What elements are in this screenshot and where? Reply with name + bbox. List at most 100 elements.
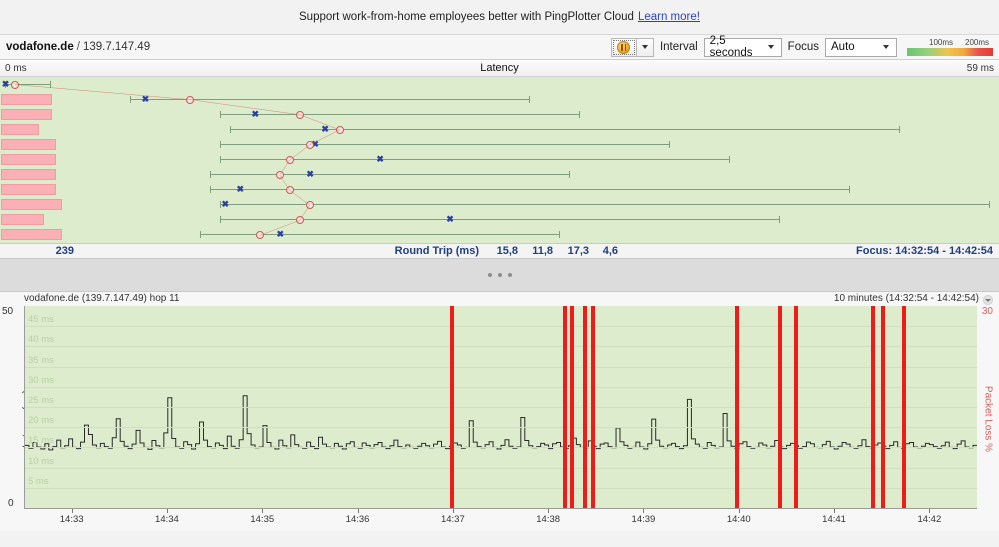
latency-sample-marker: ✖: [236, 183, 245, 194]
latency-range-line: [219, 204, 989, 205]
x-axis-tick: [357, 509, 359, 513]
focus-value: Auto: [831, 41, 855, 53]
latency-graph-row: ✖: [0, 152, 999, 167]
latency-timeline-chart[interactable]: 45 ms 40 ms 35 ms 30 ms 25 ms 20 ms 15 ms 10 ms…: [24, 306, 977, 509]
y-axis-right-max: 30: [981, 306, 993, 317]
latency-range-start-tick: [219, 111, 221, 118]
focus-select[interactable]: Auto: [825, 37, 897, 57]
latency-range-end-tick: [729, 156, 731, 163]
latency-average-dot: [275, 170, 284, 179]
packet-loss-spike: [871, 306, 876, 508]
y-axis-left-min: 0: [8, 498, 14, 509]
x-axis-tick-label: 14:38: [536, 514, 561, 525]
pause-button[interactable]: [610, 37, 637, 57]
latency-average-dot: [305, 140, 314, 149]
latency-range-end-tick: [49, 81, 51, 88]
x-axis-tick-label: 14:37: [440, 514, 465, 525]
latency-range-end-tick: [579, 111, 581, 118]
chart-gridline: [25, 366, 977, 368]
latency-range-end-tick: [559, 231, 561, 238]
packet-loss-bar: [1, 124, 39, 135]
summary-plpct: 4,6: [602, 245, 618, 257]
latency-range-start-tick: [199, 231, 201, 238]
latency-sample-marker: ✖: [1, 78, 10, 89]
latency-sample-marker: ✖: [376, 153, 384, 164]
pause-icon: [617, 40, 631, 54]
panel-splitter[interactable]: [0, 259, 999, 291]
chevron-down-icon: [641, 45, 648, 49]
timeline-plot-area: 50 0 30 Latency (ms) Packet Loss % 45 ms…: [0, 306, 999, 531]
latency-range-start-tick: [229, 126, 231, 133]
latency-average-dot: [335, 125, 344, 134]
latency-graph-row: ✖: [0, 197, 999, 212]
packet-loss-spike: [735, 306, 740, 508]
summary-min: 11,8: [532, 245, 553, 257]
chart-gridline-label: 45 ms: [28, 314, 54, 326]
latency-average-dot: [295, 215, 304, 224]
x-axis-tick: [71, 509, 73, 513]
latency-graph-row: ✖: [0, 212, 999, 227]
timeline-range-chevron-down-icon[interactable]: [983, 295, 993, 305]
packet-loss-bar: [1, 109, 53, 120]
chart-gridline-label: 30 ms: [28, 374, 54, 386]
packet-loss-spike: [901, 306, 906, 508]
promo-text: Support work-from-home employees better …: [299, 11, 634, 23]
packet-loss-spike: [569, 306, 574, 508]
x-axis-tick: [166, 509, 168, 513]
pause-dropdown-button[interactable]: [636, 37, 654, 57]
chart-gridline: [25, 386, 977, 388]
latency-axis-max-label: 59 ms: [966, 63, 994, 74]
timeline-range-label[interactable]: 10 minutes (14:32:54 - 14:42:54): [834, 292, 979, 306]
summary-label: Round Trip (ms): [394, 245, 479, 257]
x-axis-tick-label: 14:40: [726, 514, 751, 525]
latency-sample-marker: ✖: [141, 93, 150, 104]
x-axis-tick: [643, 509, 645, 513]
interval-select[interactable]: 2,5 seconds: [703, 35, 782, 59]
target-host: vodafone.de: [6, 41, 74, 53]
latency-graph-header: 0 ms Latency 59 ms: [0, 60, 999, 77]
x-axis-tick: [929, 509, 931, 513]
chart-gridline: [25, 326, 977, 328]
timeline-x-axis: 14:33 14:34 14:35 14:36 14:37 14:38 14:39 14:40…: [24, 509, 977, 531]
legend-low-label: 100ms: [929, 38, 954, 47]
interval-label: Interval: [659, 41, 698, 53]
x-axis-tick-label: 14:41: [822, 514, 846, 525]
x-axis-tick-label: 14:39: [631, 514, 656, 525]
latency-range-end-tick: [779, 216, 781, 223]
x-axis-tick: [262, 509, 264, 513]
focus-time-range: Focus: 14:32:54 - 14:42:54: [856, 245, 993, 257]
packet-loss-bar: [1, 139, 57, 150]
packet-loss-bar: [1, 169, 57, 180]
chart-gridline: [25, 467, 977, 469]
latency-graph-row: ✖: [0, 137, 999, 152]
x-axis-tick-label: 14:42: [917, 514, 942, 525]
latency-graph-body[interactable]: ✖ ✖ ✖ ✖ ✖ ✖ ✖ ✖ ✖ ✖ ✖: [0, 77, 999, 243]
splitter-handle-icon[interactable]: [487, 273, 512, 277]
x-axis-tick: [834, 509, 836, 513]
packet-loss-bar: [1, 94, 53, 105]
chart-gridline: [25, 487, 977, 489]
latency-sample-marker: ✖: [276, 228, 284, 239]
chart-gridline-label: 5 ms: [28, 475, 49, 487]
chart-gridline: [25, 447, 977, 449]
latency-graph-row: ✖: [0, 182, 999, 197]
packet-loss-bar: [1, 214, 45, 225]
x-axis-tick-label: 14:34: [155, 514, 179, 525]
interval-chevron-down-icon[interactable]: [764, 45, 778, 49]
interval-value: 2,5 seconds: [709, 35, 753, 59]
legend-gradient-bar: [907, 48, 993, 56]
target-toolbar: vodafone.de / 139.7.147.49 Interval 2,5 …: [0, 34, 999, 60]
promo-learn-more-link[interactable]: Learn more!: [638, 11, 700, 23]
pause-button-group: [610, 37, 654, 57]
summary-avg: 15,8: [496, 245, 518, 257]
x-axis-tick: [548, 509, 550, 513]
summary-count: 239: [55, 245, 74, 257]
x-axis-tick: [738, 509, 740, 513]
packet-loss-bar: [1, 229, 62, 240]
x-axis-tick: [452, 509, 454, 513]
latency-sample-marker: ✖: [306, 168, 314, 179]
latency-average-dot: [10, 80, 19, 89]
toolbar: Interval 2,5 seconds Focus Auto 100ms 20…: [610, 35, 993, 59]
focus-chevron-down-icon[interactable]: [879, 45, 893, 49]
packet-loss-spike: [794, 306, 799, 508]
